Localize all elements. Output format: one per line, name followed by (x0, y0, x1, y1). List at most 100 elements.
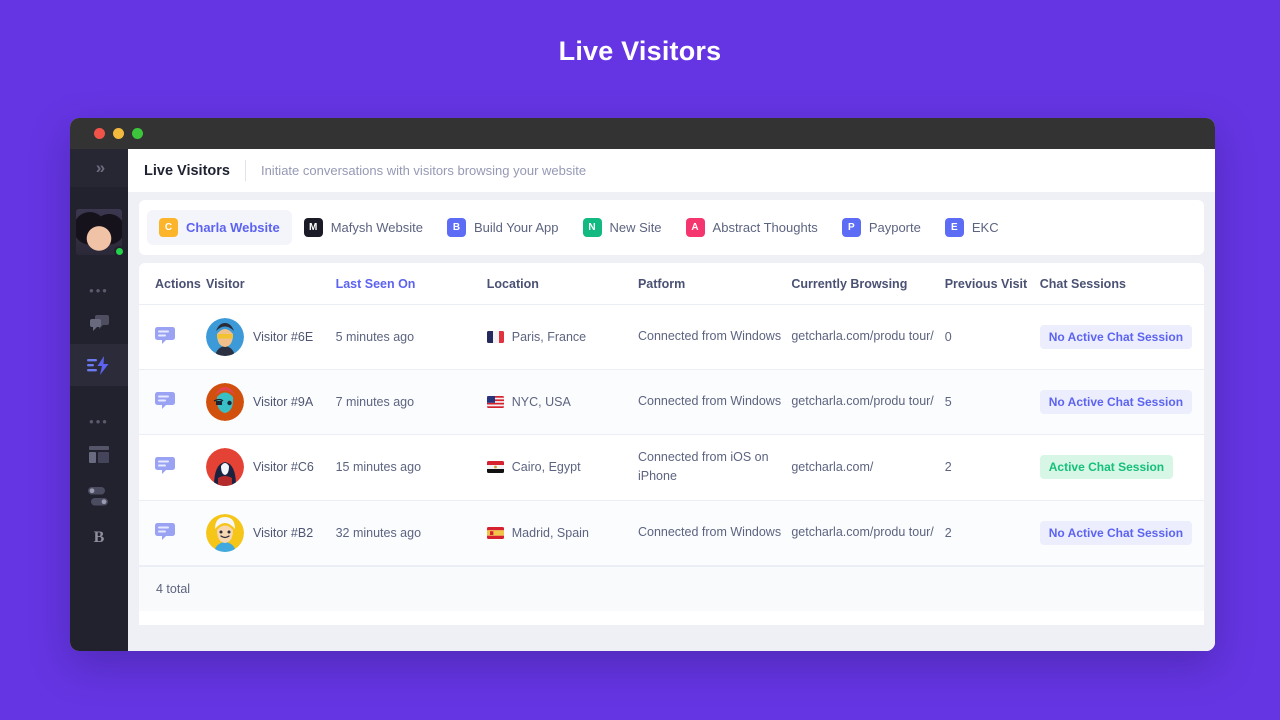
table-row[interactable]: Visitor #B2 32 minutes ago Madrid, Spain Co… (139, 500, 1204, 566)
visitor-avatar-image (205, 513, 244, 552)
cell-previous-visit: 5 (944, 369, 1040, 435)
cell-location: Cairo, Egypt (486, 434, 638, 501)
site-tab-label: Payporte (868, 220, 921, 235)
cell-browsing: getcharla.com/produ tour/ (791, 369, 945, 435)
chat-bubbles-icon (89, 314, 109, 331)
app-sidebar: » ••• ••• B (70, 149, 128, 651)
column-header-last[interactable]: Last Seen On (335, 263, 487, 305)
cell-last-seen: 5 minutes ago (335, 304, 487, 370)
visitor-name: Visitor #9A (252, 395, 314, 409)
site-tab-badge: C (159, 218, 178, 237)
cell-platform: Connected from Windows (637, 369, 792, 435)
cell-actions (139, 434, 206, 501)
site-tab-build-your-app[interactable]: B Build Your App (435, 210, 571, 245)
visitor-avatar (205, 318, 244, 356)
cell-location: Paris, France (486, 304, 638, 370)
site-tab-label: Charla Website (186, 220, 280, 235)
browser-window: » ••• ••• B Live Visitors Initiate conve… (70, 118, 1215, 651)
cell-previous-visit: 2 (944, 434, 1040, 501)
cell-actions (139, 500, 206, 566)
minimize-window-button[interactable] (113, 128, 124, 139)
topbar-divider (244, 160, 246, 181)
sidebar-item-layout[interactable] (70, 433, 128, 475)
brand-b-icon: B (93, 529, 105, 546)
sidebar-item-brand[interactable]: B (70, 517, 128, 559)
status-badge: No Active Chat Session (1039, 520, 1193, 545)
column-header-browsing[interactable]: Currently Browsing (791, 263, 945, 305)
visitor-name: Visitor #B2 (252, 525, 314, 540)
window-titlebar (70, 118, 1215, 149)
column-header-previous[interactable]: Previous Visit (944, 263, 1040, 305)
cell-platform: Connected from Windows (637, 304, 792, 370)
visitor-avatar (205, 448, 244, 487)
cell-last-seen: 32 minutes ago (335, 500, 487, 566)
table-row[interactable]: Visitor #C6 15 minutes ago Cairo, Egypt Con… (139, 434, 1204, 501)
sidebar-item-conversations[interactable] (70, 302, 128, 344)
sidebar-item-live-visitors[interactable] (70, 344, 128, 386)
site-tab-charla-website[interactable]: C Charla Website (147, 210, 292, 245)
platform-label: Connected from Windows (637, 394, 782, 409)
topbar-title: Live Visitors (144, 162, 230, 179)
visitor-name: Visitor #6E (252, 330, 314, 344)
cell-chat-session: Active Chat Session (1039, 434, 1204, 501)
site-tab-abstract-thoughts[interactable]: A Abstract Thoughts (674, 210, 830, 245)
cell-platform: Connected from iOS on iPhone (637, 434, 792, 501)
cell-actions (139, 304, 206, 370)
visitor-name: Visitor #C6 (252, 460, 314, 475)
chat-bubble-icon[interactable] (155, 522, 175, 540)
sidebar-expand-button[interactable]: » (70, 149, 128, 187)
browsing-url: getcharla.com/produ tour/ (791, 394, 934, 409)
visitor-avatar-image (205, 448, 244, 487)
platform-label: Connected from iOS on iPhone (637, 450, 769, 484)
online-status-dot (114, 246, 125, 257)
site-tab-badge: M (303, 218, 323, 237)
cell-browsing: getcharla.com/ (791, 434, 945, 501)
table-body: Visitor #6E 5 minutes ago Paris, France Con… (139, 304, 1204, 566)
chat-bubble-icon[interactable] (155, 392, 175, 409)
sidebar-item-settings-toggles[interactable] (70, 475, 128, 517)
status-badge: No Active Chat Session (1039, 390, 1193, 414)
cell-location: Madrid, Spain (486, 500, 638, 566)
toggles-icon (88, 486, 108, 505)
flag-us-icon (486, 396, 504, 408)
status-badge: No Active Chat Session (1039, 325, 1193, 349)
cell-previous-visit: 2 (944, 500, 1040, 566)
site-tab-mafysh-website[interactable]: M Mafysh Website (292, 210, 435, 245)
cell-visitor: Visitor #9A (205, 369, 336, 435)
topbar-subtitle: Initiate conversations with visitors bro… (260, 163, 587, 178)
chat-bubble-icon[interactable] (155, 327, 175, 344)
site-tab-badge: N (582, 218, 602, 237)
browsing-url: getcharla.com/produ tour/ (791, 525, 934, 540)
cell-browsing: getcharla.com/produ tour/ (791, 500, 945, 566)
maximize-window-button[interactable] (132, 128, 143, 139)
sidebar-avatar[interactable] (76, 209, 125, 257)
location-label: Madrid, Spain (511, 525, 589, 540)
platform-label: Connected from Windows (637, 329, 782, 344)
site-tab-label: EKC (971, 220, 999, 235)
close-window-button[interactable] (94, 128, 105, 139)
site-tab-payporte[interactable]: P Payporte (830, 210, 933, 245)
chat-bubble-icon[interactable] (155, 457, 175, 475)
table-row[interactable]: Visitor #9A 7 minutes ago NYC, USA Connecte… (139, 369, 1204, 435)
column-header-location[interactable]: Location (486, 263, 638, 305)
site-tab-new-site[interactable]: N New Site (571, 210, 674, 245)
site-tabs-bar: C Charla Website M Mafysh Website B Build You… (139, 200, 1204, 255)
visitors-table: Actions Visitor Last Seen On Location Patfor… (139, 263, 1204, 566)
table-header: Actions Visitor Last Seen On Location Patfor… (139, 263, 1204, 305)
cell-visitor: Visitor #6E (205, 304, 336, 370)
cell-browsing: getcharla.com/produ tour/ (791, 304, 945, 370)
column-header-visitor[interactable]: Visitor (205, 263, 336, 305)
column-header-actions[interactable]: Actions (139, 263, 206, 305)
site-tab-ekc[interactable]: E EKC (933, 210, 1011, 245)
site-tab-badge: B (446, 218, 466, 237)
site-tab-badge: P (841, 218, 861, 237)
table-row[interactable]: Visitor #6E 5 minutes ago Paris, France Con… (139, 304, 1204, 370)
sidebar-separator-bottom: ••• (89, 414, 109, 429)
cell-last-seen: 7 minutes ago (335, 369, 487, 435)
site-tab-label: Build Your App (473, 220, 559, 235)
cell-previous-visit: 0 (944, 304, 1040, 370)
column-header-chat[interactable]: Chat Sessions (1039, 263, 1204, 305)
live-lightning-icon (87, 355, 109, 375)
cell-visitor: Visitor #C6 (205, 434, 336, 501)
column-header-platform[interactable]: Patform (637, 263, 792, 305)
